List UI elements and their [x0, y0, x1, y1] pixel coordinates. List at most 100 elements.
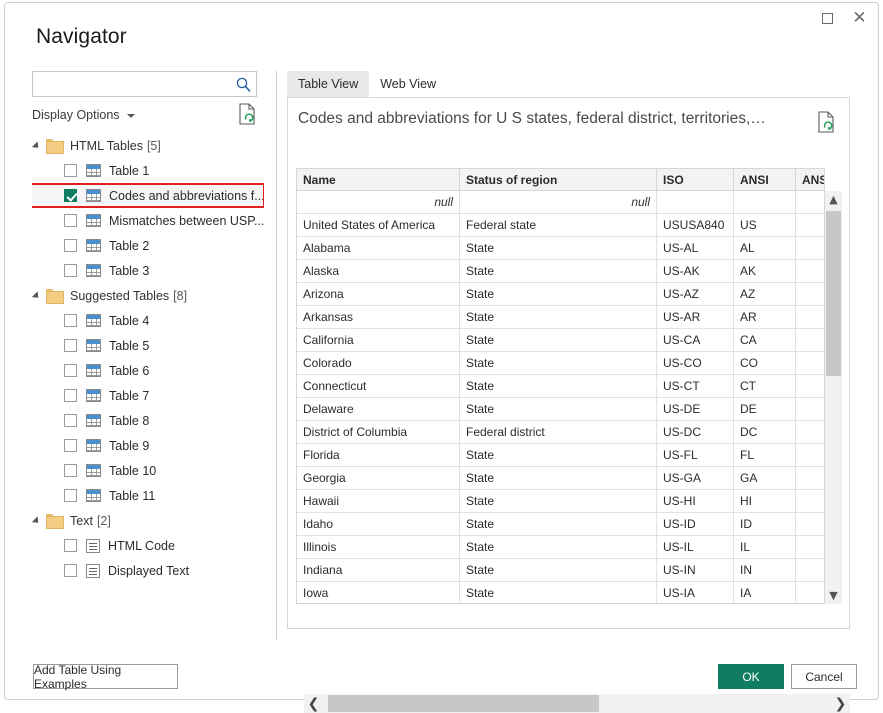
scroll-left-icon[interactable]: ❮: [304, 694, 323, 713]
tree-item-checkbox[interactable]: [64, 239, 77, 252]
navigator-tree[interactable]: HTML Tables [5] Table 1 Codes and abbreviat…: [32, 133, 264, 621]
table-cell: [796, 283, 824, 305]
scroll-up-icon[interactable]: ▲: [825, 191, 842, 208]
tree-item-mismatches-between-usp[interactable]: Mismatches between USP...: [32, 208, 264, 233]
vertical-scrollbar[interactable]: ▲ ▼: [825, 191, 842, 604]
table-cell: null: [297, 191, 460, 213]
maximize-button[interactable]: [811, 3, 844, 33]
page-title: Navigator: [36, 25, 127, 48]
table-row[interactable]: Florida State US-FL FL: [297, 444, 824, 467]
tree-item-displayed-text[interactable]: Displayed Text: [32, 558, 264, 583]
table-row[interactable]: Indiana State US-IN IN: [297, 559, 824, 582]
horizontal-scrollbar-thumb[interactable]: [328, 695, 599, 712]
tree-item-checkbox[interactable]: [64, 164, 77, 177]
tree-item-checkbox[interactable]: [64, 314, 77, 327]
tree-item-checkbox[interactable]: [64, 439, 77, 452]
table-row[interactable]: Georgia State US-GA GA: [297, 467, 824, 490]
table-cell: State: [460, 467, 657, 489]
add-table-using-examples-button[interactable]: Add Table Using Examples: [33, 663, 178, 691]
tree-item-checkbox[interactable]: [64, 539, 77, 552]
preview-refresh-document-icon[interactable]: [816, 111, 836, 133]
table-row[interactable]: Alabama State US-AL AL: [297, 237, 824, 260]
tree-item-checkbox[interactable]: [64, 264, 77, 277]
display-options-dropdown[interactable]: Display Options: [32, 108, 135, 122]
grid-column-header[interactable]: ANSI_1: [796, 169, 824, 190]
table-cell: HI: [734, 490, 796, 512]
search-icon[interactable]: [235, 76, 252, 93]
grid-column-header[interactable]: ANSI: [734, 169, 796, 190]
tree-item-table-4[interactable]: Table 4: [32, 308, 264, 333]
close-button[interactable]: ✕: [843, 3, 876, 33]
tree-group-suggested-tables[interactable]: Suggested Tables [8]: [32, 283, 264, 308]
table-row[interactable]: District of Columbia Federal district US-D…: [297, 421, 824, 444]
tree-item-table-10[interactable]: Table 10: [32, 458, 264, 483]
grid-column-header[interactable]: Status of region: [460, 169, 657, 190]
table-row[interactable]: Connecticut State US-CT CT: [297, 375, 824, 398]
folder-icon: [46, 139, 64, 154]
table-cell: US-GA: [657, 467, 734, 489]
horizontal-scrollbar[interactable]: ❮ ❯: [304, 694, 850, 713]
table-row[interactable]: Delaware State US-DE DE: [297, 398, 824, 421]
tree-group-text[interactable]: Text [2]: [32, 508, 264, 533]
search-input[interactable]: [33, 72, 233, 96]
data-grid: NameStatus of regionISOANSIANSI_1 nullnu…: [296, 168, 850, 713]
tree-item-table-7[interactable]: Table 7: [32, 383, 264, 408]
tree-item-table-6[interactable]: Table 6: [32, 358, 264, 383]
table-row[interactable]: Idaho State US-ID ID: [297, 513, 824, 536]
tree-item-checkbox[interactable]: [64, 339, 77, 352]
table-cell: GA: [734, 467, 796, 489]
tree-item-table-5[interactable]: Table 5: [32, 333, 264, 358]
table-row[interactable]: Arkansas State US-AR AR: [297, 306, 824, 329]
grid-column-header[interactable]: Name: [297, 169, 460, 190]
tree-item-html-code[interactable]: HTML Code: [32, 533, 264, 558]
tree-item-checkbox[interactable]: [64, 489, 77, 502]
tree-item-checkbox[interactable]: [64, 389, 77, 402]
scroll-right-icon[interactable]: ❯: [831, 694, 850, 713]
table-row[interactable]: Alaska State US-AK AK: [297, 260, 824, 283]
maximize-icon: [822, 12, 833, 24]
table-cell: Federal district: [460, 421, 657, 443]
table-row[interactable]: California State US-CA CA: [297, 329, 824, 352]
tree-item-table-1[interactable]: Table 1: [32, 158, 264, 183]
scroll-down-icon[interactable]: ▼: [825, 587, 842, 604]
table-cell: AR: [734, 306, 796, 328]
search-box[interactable]: [32, 71, 257, 97]
tree-item-table-8[interactable]: Table 8: [32, 408, 264, 433]
tree-item-codes-and-abbreviations-f[interactable]: Codes and abbreviations f...: [32, 183, 264, 208]
tree-item-checkbox[interactable]: [64, 414, 77, 427]
vertical-scrollbar-thumb[interactable]: [826, 211, 841, 376]
tree-item-table-2[interactable]: Table 2: [32, 233, 264, 258]
expander-icon[interactable]: [32, 141, 42, 151]
tab-web-view[interactable]: Web View: [369, 71, 447, 97]
grid-column-header[interactable]: ISO: [657, 169, 734, 190]
table-row[interactable]: Illinois State US-IL IL: [297, 536, 824, 559]
ok-button[interactable]: OK: [718, 664, 784, 689]
table-cell: US-FL: [657, 444, 734, 466]
table-icon: [86, 189, 101, 202]
tree-item-checkbox[interactable]: [64, 214, 77, 227]
table-row[interactable]: Iowa State US-IA IA: [297, 582, 824, 603]
tree-item-checkbox[interactable]: [64, 464, 77, 477]
expander-icon[interactable]: [32, 291, 42, 301]
table-row[interactable]: Arizona State US-AZ AZ: [297, 283, 824, 306]
table-row[interactable]: null null: [297, 191, 824, 214]
tab-table-view[interactable]: Table View: [287, 71, 370, 97]
expander-icon[interactable]: [32, 516, 42, 526]
table-cell: ID: [734, 513, 796, 535]
text-document-icon: [86, 538, 100, 553]
tree-item-label: Table 2: [109, 238, 150, 253]
table-row[interactable]: United States of America Federal state USU…: [297, 214, 824, 237]
tree-item-checkbox[interactable]: [64, 564, 77, 577]
cancel-button[interactable]: Cancel: [791, 664, 857, 689]
table-cell: Delaware: [297, 398, 460, 420]
table-cell: [796, 260, 824, 282]
tree-item-table-11[interactable]: Table 11: [32, 483, 264, 508]
tree-item-checkbox[interactable]: [64, 189, 77, 202]
table-row[interactable]: Hawaii State US-HI HI: [297, 490, 824, 513]
tree-item-checkbox[interactable]: [64, 364, 77, 377]
tree-item-table-3[interactable]: Table 3: [32, 258, 264, 283]
tree-item-table-9[interactable]: Table 9: [32, 433, 264, 458]
tree-group-html-tables[interactable]: HTML Tables [5]: [32, 133, 264, 158]
table-row[interactable]: Colorado State US-CO CO: [297, 352, 824, 375]
refresh-document-icon[interactable]: [237, 103, 257, 125]
